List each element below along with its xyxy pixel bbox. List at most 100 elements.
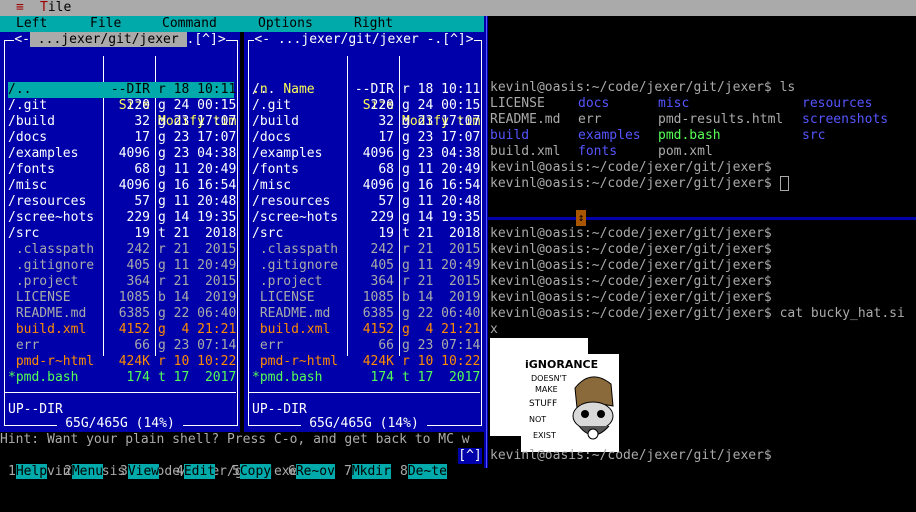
file-row[interactable]: .gitignore 405 g 11 20:49 bbox=[8, 258, 236, 274]
right-panel[interactable]: <- ...jexer/git/jexer -.[^]> .n Name Siz… bbox=[244, 32, 484, 432]
file-size: 364 bbox=[126, 274, 150, 289]
fkey-reov[interactable]: 6Re~ov bbox=[288, 464, 335, 480]
file-name: /fonts bbox=[252, 162, 299, 177]
file-row[interactable]: .classpath 242 r 21 2015 bbox=[8, 242, 236, 258]
file-size: 57 bbox=[378, 194, 394, 209]
file-size: 220 bbox=[370, 98, 394, 113]
file-row[interactable]: /src 19 t 21 2018 bbox=[252, 226, 480, 242]
file-row[interactable]: /build 32 g 23 17:07 bbox=[252, 114, 480, 130]
file-size: 6385 bbox=[362, 306, 394, 321]
file-name: /fonts bbox=[8, 162, 55, 177]
file-name: /src bbox=[252, 226, 284, 241]
file-row[interactable]: /resources 57 g 11 20:48 bbox=[252, 194, 480, 210]
terminal-line: kevinl@oasis:~/code/jexer/git/jexer$ ls bbox=[490, 80, 796, 95]
file-size: 4152 bbox=[118, 322, 150, 337]
file-row[interactable]: /misc 4096 g 16 16:54 bbox=[252, 178, 480, 194]
file-name: build.xml bbox=[252, 322, 331, 337]
file-row[interactable]: /.git 220 g 24 00:15 bbox=[8, 98, 236, 114]
ls-entry: pom.xml bbox=[658, 144, 713, 159]
file-row[interactable]: /.. --DIR r 18 10:11 bbox=[8, 82, 236, 98]
file-name: /scree~hots bbox=[8, 210, 95, 225]
file-name: /misc bbox=[8, 178, 48, 193]
file-row[interactable]: .project 364 r 21 2015 bbox=[8, 274, 236, 290]
image-text: EXIST bbox=[533, 431, 556, 440]
file-name: /build bbox=[252, 114, 299, 129]
ls-entry: fonts bbox=[578, 144, 618, 159]
left-panel[interactable]: <- ...jexer/git/jexer .[^]> .n Name Size… bbox=[0, 32, 240, 432]
fkey-label: Menu bbox=[71, 464, 104, 479]
fkey-mkdir[interactable]: 7Mkdir bbox=[344, 464, 391, 480]
shell-prompt[interactable]: kevinl@oasis:~/code/jexer/git/jexer$ [^] bbox=[0, 448, 484, 512]
terminal-window[interactable]: kevinl@oasis:~/code/jexer/git/jexer$ ls … bbox=[488, 16, 916, 468]
file-row[interactable]: /fonts 68 g 11 20:49 bbox=[252, 162, 480, 178]
file-row[interactable]: /.git 220 g 24 00:15 bbox=[252, 98, 480, 114]
file-row[interactable]: /src 19 t 21 2018 bbox=[8, 226, 236, 242]
file-row[interactable]: /examples 4096 g 23 04:38 bbox=[8, 146, 236, 162]
file-size: 174 bbox=[370, 370, 394, 385]
file-size: 424K bbox=[118, 354, 150, 369]
file-name: LICENSE bbox=[252, 290, 315, 305]
file-row[interactable]: build.xml 4152 g 4 21:21 bbox=[252, 322, 480, 338]
ls-entry: resources bbox=[802, 96, 873, 111]
menu-file[interactable]: File bbox=[90, 16, 121, 32]
fkey-help[interactable]: 1Help bbox=[8, 464, 48, 480]
file-size: --DIR bbox=[354, 82, 394, 97]
subshell-flag[interactable]: [^] bbox=[458, 448, 482, 464]
file-row[interactable]: /.. --DIR r 18 10:11 bbox=[252, 82, 480, 98]
menu-right[interactable]: Right bbox=[354, 16, 393, 32]
fkey-number: 5 bbox=[232, 464, 240, 479]
file-row[interactable]: .gitignore 405 g 11 20:49 bbox=[252, 258, 480, 274]
menu-left[interactable]: Left bbox=[16, 16, 47, 32]
file-row[interactable]: /scree~hots 229 g 14 19:35 bbox=[252, 210, 480, 226]
file-row[interactable]: LICENSE 1085 b 14 2019 bbox=[8, 290, 236, 306]
file-size: 242 bbox=[126, 242, 150, 257]
file-row[interactable]: .classpath 242 r 21 2015 bbox=[252, 242, 480, 258]
file-row[interactable]: pmd-r~html 424K r 10 10:22 bbox=[252, 354, 480, 370]
file-row[interactable]: LICENSE 1085 b 14 2019 bbox=[252, 290, 480, 306]
file-mtime: g 23 04:38 bbox=[402, 146, 481, 161]
file-row[interactable]: /misc 4096 g 16 16:54 bbox=[8, 178, 236, 194]
file-row[interactable]: /resources 57 g 11 20:48 bbox=[8, 194, 236, 210]
file-name: /scree~hots bbox=[252, 210, 339, 225]
horizontal-split-bar[interactable]: ↕ bbox=[488, 210, 916, 226]
terminal-line: kevinl@oasis:~/code/jexer/git/jexer$ bbox=[490, 448, 772, 463]
fkey-copy[interactable]: 5Copy bbox=[232, 464, 272, 480]
file-row[interactable]: .project 364 r 21 2015 bbox=[252, 274, 480, 290]
file-row[interactable]: pmd-r~html 424K r 10 10:22 bbox=[8, 354, 236, 370]
file-mtime: g 11 20:48 bbox=[158, 194, 237, 209]
fkey-dete[interactable]: 8De~te bbox=[400, 464, 447, 480]
file-row[interactable]: README.md 6385 g 22 06:40 bbox=[8, 306, 236, 322]
ls-entry: README.md bbox=[490, 112, 561, 127]
fkey-view[interactable]: 3View bbox=[120, 464, 160, 480]
file-row[interactable]: /build 32 g 23 17:07 bbox=[8, 114, 236, 130]
file-row[interactable]: /fonts 68 g 11 20:49 bbox=[8, 162, 236, 178]
file-size: 66 bbox=[378, 338, 394, 353]
ls-entry: LICENSE bbox=[490, 96, 545, 111]
file-row[interactable]: err 66 g 23 07:14 bbox=[8, 338, 236, 354]
file-row[interactable]: /examples 4096 g 23 04:38 bbox=[252, 146, 480, 162]
fkey-edit[interactable]: 4Edit bbox=[176, 464, 216, 480]
file-row[interactable]: /docs 17 g 23 17:07 bbox=[8, 130, 236, 146]
file-row[interactable]: /docs 17 g 23 17:07 bbox=[252, 130, 480, 146]
panel-separator bbox=[248, 392, 480, 393]
file-row[interactable]: README.md 6385 g 22 06:40 bbox=[252, 306, 480, 322]
tile-menu[interactable]: Tile bbox=[40, 0, 71, 16]
file-row[interactable]: build.xml 4152 g 4 21:21 bbox=[8, 322, 236, 338]
file-row[interactable]: err 66 g 23 07:14 bbox=[252, 338, 480, 354]
split-handle-icon[interactable]: ↕ bbox=[576, 210, 586, 226]
file-row[interactable]: *pmd.bash 174 t 17 2017 bbox=[252, 370, 480, 386]
menu-command[interactable]: Command bbox=[162, 16, 217, 32]
window-menubar: ≡ Tile bbox=[0, 0, 916, 16]
file-mtime: r 18 10:11 bbox=[158, 82, 237, 97]
fkey-label: Edit bbox=[183, 464, 216, 479]
system-menu-icon[interactable]: ≡ bbox=[16, 0, 24, 16]
file-name: README.md bbox=[252, 306, 331, 321]
file-size: 405 bbox=[126, 258, 150, 273]
fkey-menu[interactable]: 2Menu bbox=[64, 464, 104, 480]
fkey-number: 4 bbox=[176, 464, 184, 479]
file-mtime: g 11 20:48 bbox=[402, 194, 481, 209]
file-mtime: g 11 20:49 bbox=[158, 258, 237, 273]
file-row[interactable]: /scree~hots 229 g 14 19:35 bbox=[8, 210, 236, 226]
file-row[interactable]: *pmd.bash 174 t 17 2017 bbox=[8, 370, 236, 386]
menu-options[interactable]: Options bbox=[258, 16, 313, 32]
